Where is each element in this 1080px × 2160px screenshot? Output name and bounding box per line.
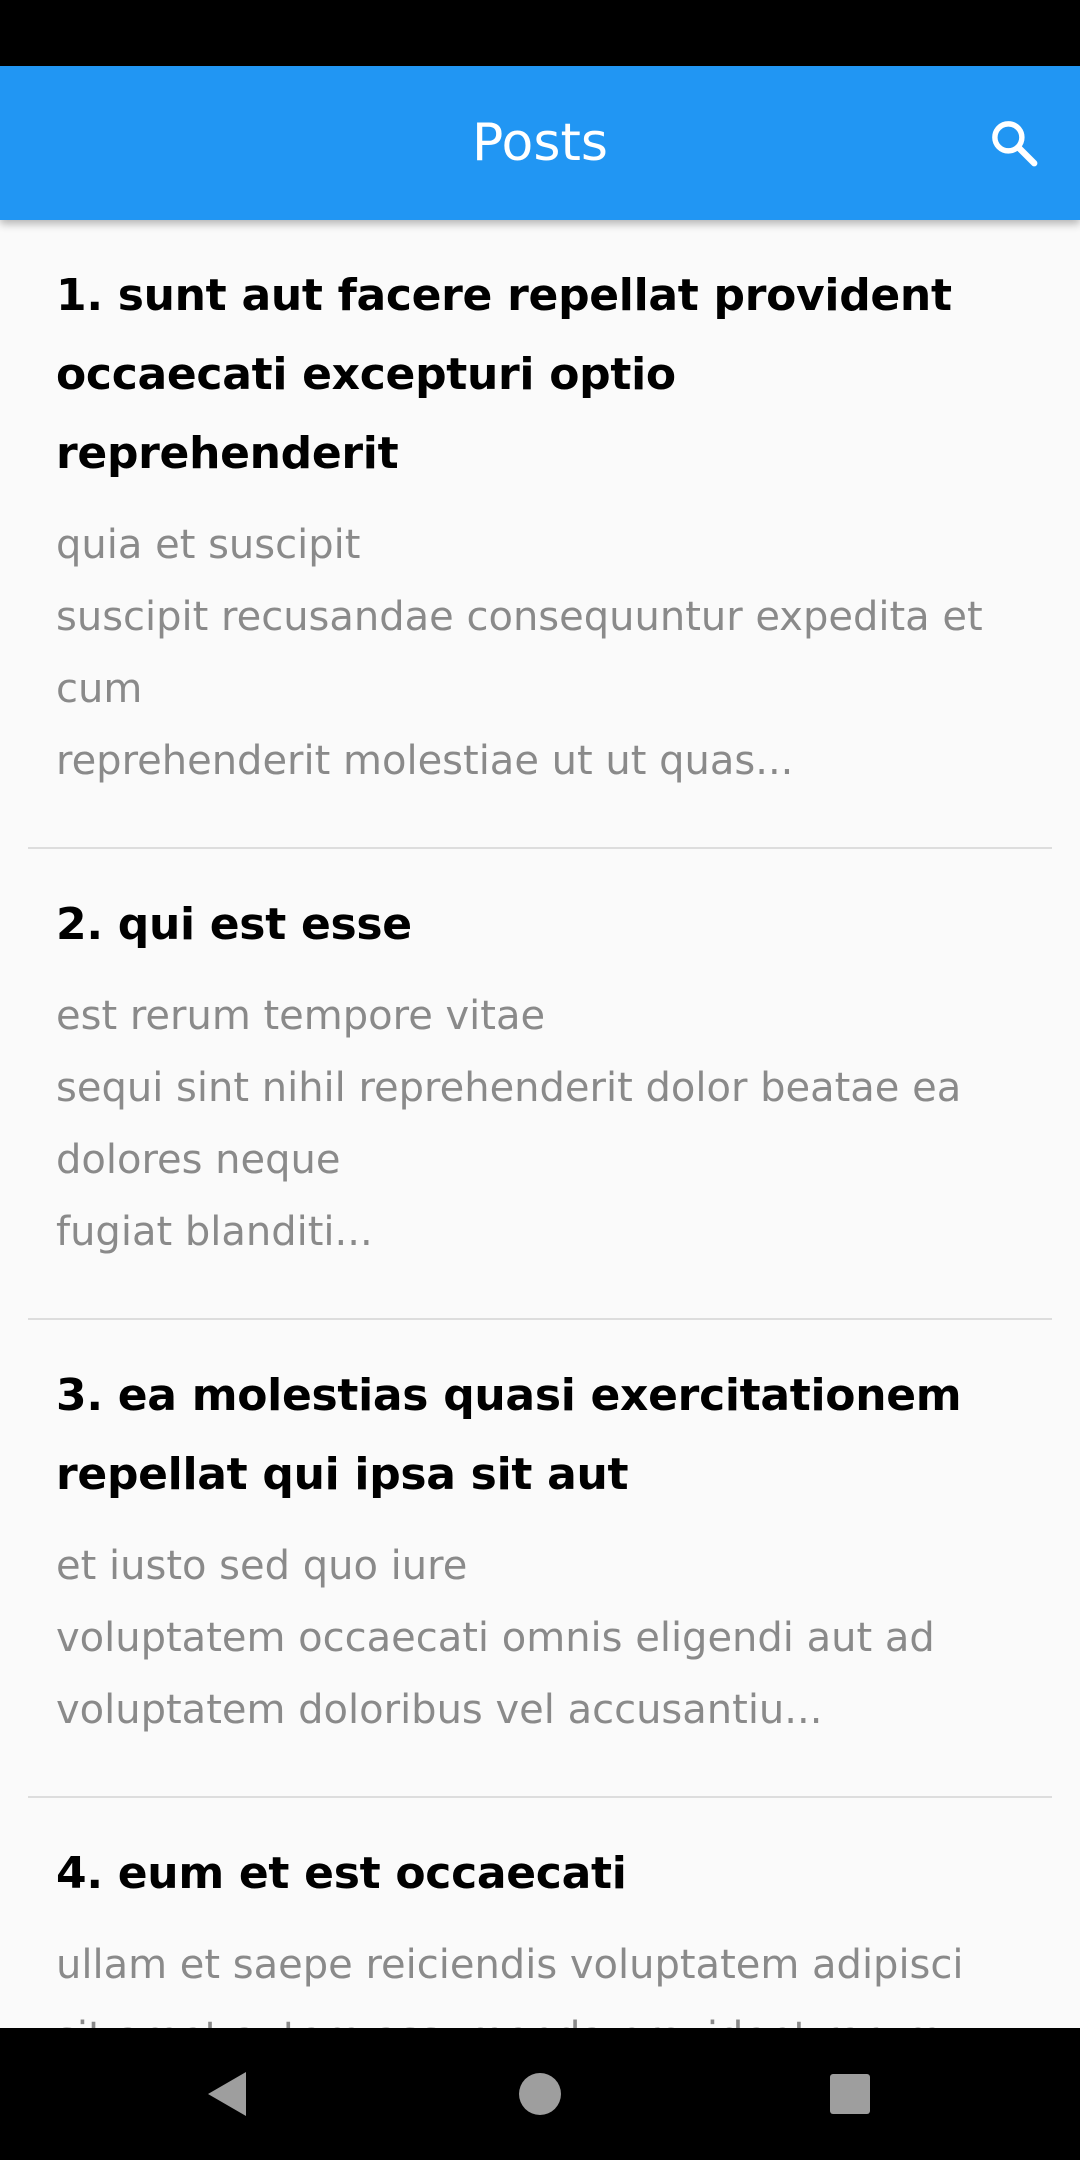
post-content: 3. ea molestias quasi exercitationem rep… [28,1320,1052,1796]
post-item[interactable]: 2. qui est esse est rerum tempore vitae … [0,849,1080,1318]
home-circle-icon [519,2073,561,2115]
post-body: ullam et saepe reiciendis voluptatem adi… [56,1942,964,2028]
post-content: 1. sunt aut facere repellat provident oc… [28,220,1052,847]
post-body: et iusto sed quo iure voluptatem occaeca… [56,1543,935,1733]
back-triangle-icon [208,2072,246,2116]
screen: Posts 1. sunt aut facere repellat provid… [0,0,1080,2160]
status-bar [0,0,1080,66]
search-icon [992,121,1038,167]
search-button[interactable] [974,103,1054,183]
post-content: 2. qui est esse est rerum tempore vitae … [28,849,1052,1318]
post-title: 3. ea molestias quasi exercitationem rep… [56,1370,962,1500]
post-body: quia et suscipit suscipit recusandae con… [56,522,983,784]
recent-apps-square-icon [830,2074,870,2114]
post-item[interactable]: 4. eum et est occaecati ullam et saepe r… [0,1798,1080,2028]
post-body: est rerum tempore vitae sequi sint nihil… [56,993,962,1255]
page-title: Posts [472,113,608,173]
post-item[interactable]: 1. sunt aut facere repellat provident oc… [0,220,1080,847]
post-item[interactable]: 3. ea molestias quasi exercitationem rep… [0,1320,1080,1796]
app-bar: Posts [0,66,1080,220]
post-title: 4. eum et est occaecati [56,1848,627,1899]
nav-recent-button[interactable] [810,2054,890,2134]
post-content: 4. eum et est occaecati ullam et saepe r… [28,1798,1052,2028]
nav-back-button[interactable] [186,2054,266,2134]
system-nav-bar [0,2028,1080,2160]
post-title: 2. qui est esse [56,899,412,950]
posts-list[interactable]: 1. sunt aut facere repellat provident oc… [0,220,1080,2028]
post-title: 1. sunt aut facere repellat provident oc… [56,270,952,479]
nav-home-button[interactable] [500,2054,580,2134]
